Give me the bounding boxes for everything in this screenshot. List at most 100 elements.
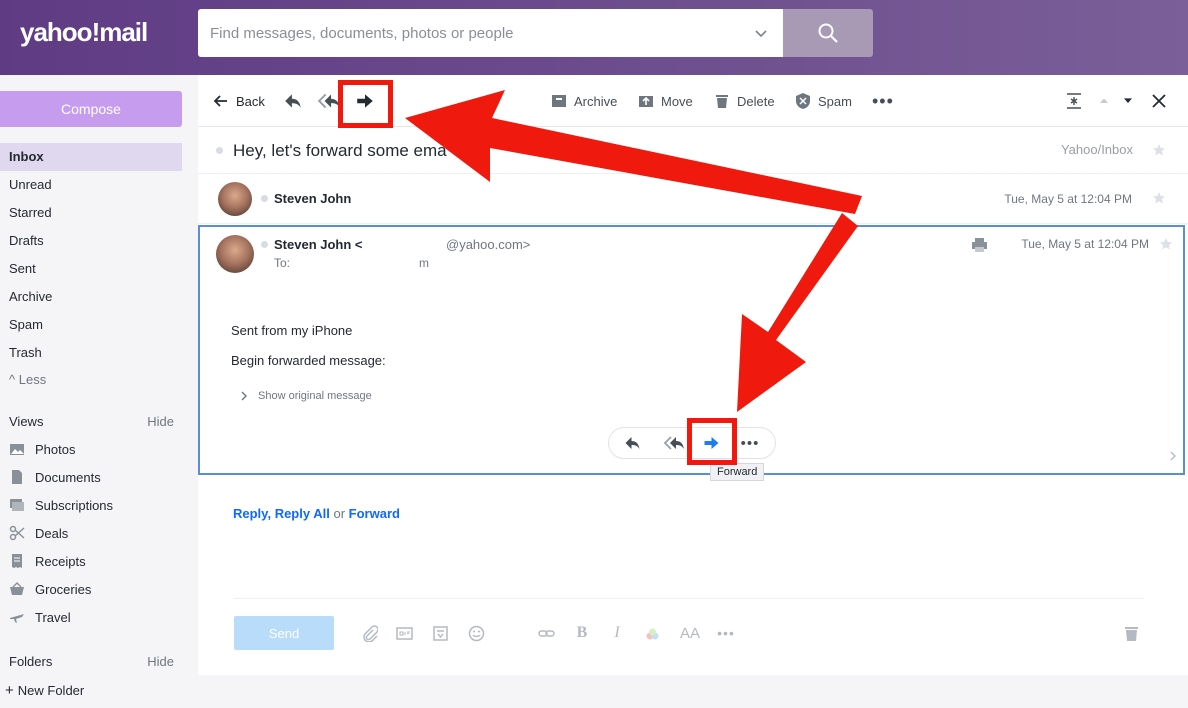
sidebar-view-travel[interactable]: Travel	[9, 605, 71, 629]
less-label: Less	[18, 372, 47, 387]
or-separator: or	[333, 506, 346, 521]
reply-link[interactable]: Reply	[233, 506, 267, 521]
chevron-up-icon: ^	[9, 372, 16, 387]
delete-button[interactable]: Delete	[713, 75, 775, 127]
comma-separator: ,	[267, 506, 272, 521]
sidebar-view-deals[interactable]: Deals	[9, 521, 68, 545]
trash-icon	[716, 95, 728, 108]
views-hide-button[interactable]: Hide	[147, 414, 174, 429]
paperclip-icon	[362, 624, 378, 642]
reply-button[interactable]	[283, 75, 303, 127]
view-label: Groceries	[35, 581, 92, 597]
arrow-left-icon	[213, 95, 227, 107]
sidebar-less-toggle[interactable]: ^ Less	[0, 366, 182, 394]
sidebar-item-drafts[interactable]: Drafts	[0, 227, 182, 255]
sidebar-item-inbox[interactable]: Inbox	[0, 143, 182, 171]
folders-hide-button[interactable]: Hide	[147, 654, 174, 669]
collapse-icon	[1067, 93, 1081, 109]
text-color-button[interactable]	[643, 624, 661, 642]
sidebar-item-trash[interactable]: Trash	[0, 339, 182, 367]
view-label: Deals	[35, 525, 69, 541]
reply-icon	[625, 437, 639, 449]
sidebar-item-starred[interactable]: Starred	[0, 199, 182, 227]
collapsed-message-row[interactable]: Steven John Tue, May 5 at 12:04 PM	[198, 174, 1188, 224]
search-box[interactable]	[198, 9, 783, 57]
reply-all-link[interactable]: Reply All	[275, 506, 330, 521]
search-button[interactable]	[783, 9, 873, 57]
photos-icon	[10, 444, 24, 455]
reply-links: Reply, Reply All or Forward	[233, 506, 400, 521]
spam-button[interactable]: Spam	[794, 75, 852, 127]
star-icon[interactable]	[1152, 143, 1166, 157]
collapse-all-button[interactable]	[1065, 75, 1083, 127]
sidebar-view-subscriptions[interactable]: Subscriptions	[9, 493, 113, 517]
sidebar: Compose Inbox Unread Starred Drafts Sent…	[0, 75, 198, 708]
inline-more-button[interactable]: •••	[735, 428, 765, 458]
sidebar-view-documents[interactable]: Documents	[9, 465, 101, 489]
message-date: Tue, May 5 at 12:04 PM	[1021, 237, 1149, 251]
font-size-button[interactable]: AA	[678, 624, 702, 642]
chevron-down-icon[interactable]	[753, 25, 769, 41]
forward-link[interactable]: Forward	[349, 506, 400, 521]
views-label: Views	[9, 414, 44, 429]
folder-path[interactable]: Yahoo/Inbox	[1061, 142, 1133, 157]
avatar	[216, 235, 254, 273]
archive-label: Archive	[574, 93, 618, 109]
sender-name[interactable]: Steven John <	[274, 237, 363, 252]
subscriptions-icon	[10, 499, 24, 511]
color-palette-icon	[646, 628, 658, 639]
more-actions-button[interactable]: •••	[872, 75, 894, 127]
star-icon[interactable]	[1159, 237, 1173, 251]
sender-name: Steven John	[274, 191, 352, 206]
body-line: Sent from my iPhone	[231, 323, 353, 338]
insert-link-button[interactable]	[537, 624, 555, 642]
sidebar-item-sent[interactable]: Sent	[0, 255, 182, 283]
compose-button[interactable]: Compose	[0, 91, 182, 127]
toolbar-forward-highlight	[338, 80, 393, 128]
message-subject: Hey, let's forward some ema	[233, 141, 447, 160]
folders-label: Folders	[9, 654, 53, 669]
show-original-message-toggle[interactable]: Show original message	[240, 390, 372, 402]
new-folder-label: New Folder	[17, 682, 85, 698]
sidebar-view-groceries[interactable]: Groceries	[9, 577, 91, 601]
inline-forward-highlight	[687, 418, 737, 465]
app-header: yahoo!mail	[0, 0, 1188, 75]
move-button[interactable]: Move	[637, 75, 693, 127]
sidebar-view-photos[interactable]: Photos	[9, 437, 75, 461]
more-formatting-button[interactable]: •••	[715, 624, 737, 642]
archive-button[interactable]: Archive	[550, 75, 617, 127]
yahoo-mail-logo[interactable]: yahoo!mail	[20, 17, 148, 48]
printer-icon[interactable]	[971, 237, 988, 253]
chevron-right-icon[interactable]	[1167, 449, 1179, 463]
font-size-icon: AA	[679, 624, 700, 642]
bold-button[interactable]: B	[573, 624, 591, 642]
new-folder-button[interactable]: + New Folder	[5, 678, 84, 702]
previous-message-button[interactable]	[1098, 75, 1110, 127]
more-icon: •••	[740, 434, 760, 452]
stationery-button[interactable]	[431, 624, 449, 642]
spam-label: Spam	[818, 93, 852, 109]
to-address-fragment: m	[419, 256, 429, 270]
star-icon[interactable]	[1152, 191, 1166, 205]
sender-email: @yahoo.com>	[446, 237, 531, 252]
close-icon	[1152, 94, 1166, 108]
inline-reply-button[interactable]	[617, 428, 647, 458]
send-button[interactable]: Send	[234, 616, 334, 650]
italic-button[interactable]: I	[608, 624, 626, 642]
next-message-button[interactable]	[1122, 75, 1134, 127]
sidebar-item-spam[interactable]: Spam	[0, 311, 182, 339]
sidebar-item-unread[interactable]: Unread	[0, 171, 182, 199]
discard-draft-button[interactable]	[1122, 624, 1140, 642]
back-button[interactable]: Back	[212, 75, 265, 127]
receipt-icon	[12, 554, 22, 568]
emoji-button[interactable]	[467, 624, 485, 642]
gif-button[interactable]	[395, 624, 413, 642]
close-button[interactable]	[1150, 75, 1168, 127]
move-icon	[639, 96, 653, 107]
message-date: Tue, May 5 at 12:04 PM	[1004, 192, 1132, 206]
sidebar-view-receipts[interactable]: Receipts	[9, 549, 86, 573]
show-original-label: Show original message	[258, 390, 372, 402]
sidebar-item-archive[interactable]: Archive	[0, 283, 182, 311]
attach-button[interactable]	[360, 624, 378, 642]
search-input[interactable]	[198, 9, 738, 57]
